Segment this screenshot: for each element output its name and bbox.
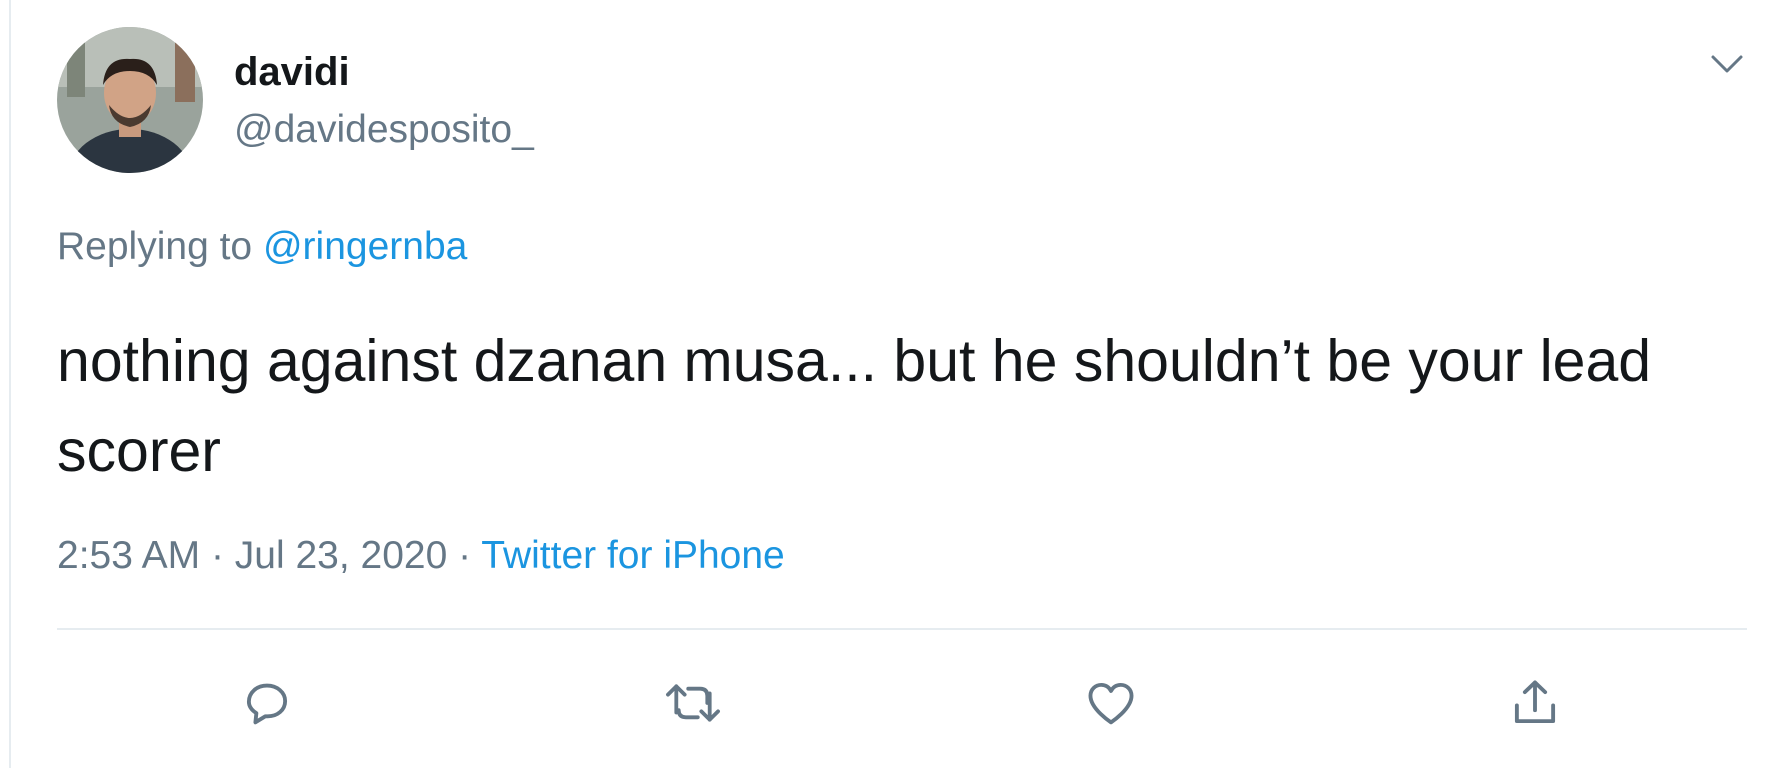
like-button[interactable] <box>1076 670 1146 740</box>
meta-separator: · <box>210 534 224 577</box>
chevron-down-icon[interactable] <box>1706 47 1748 81</box>
tweet-card: davidi @davidesposito_ Replying to @ring… <box>0 0 1786 768</box>
reply-icon <box>238 674 296 737</box>
retweet-button[interactable] <box>658 670 728 740</box>
tweet-metadata: 2:53 AM · Jul 23, 2020 · Twitter for iPh… <box>57 532 785 580</box>
meta-separator: · <box>458 534 472 577</box>
retweet-icon <box>662 674 724 737</box>
share-icon <box>1506 674 1564 737</box>
display-name[interactable]: davidi <box>234 48 350 96</box>
tweet-time[interactable]: 2:53 AM <box>57 534 200 577</box>
reply-mention-link[interactable]: @ringernba <box>263 225 467 268</box>
user-handle[interactable]: @davidesposito_ <box>234 106 534 154</box>
like-icon <box>1081 674 1141 737</box>
tweet-source-link[interactable]: Twitter for iPhone <box>481 534 784 577</box>
reply-button[interactable] <box>232 670 302 740</box>
tweet-text: nothing against dzanan musa... but he sh… <box>57 328 1652 484</box>
timeline-border <box>9 0 11 768</box>
avatar[interactable] <box>57 27 203 173</box>
share-button[interactable] <box>1500 670 1570 740</box>
replying-to-label: Replying to <box>57 225 253 268</box>
divider <box>57 628 1747 630</box>
replying-to: Replying to @ringernba <box>57 223 467 271</box>
tweet-date[interactable]: Jul 23, 2020 <box>235 534 448 577</box>
